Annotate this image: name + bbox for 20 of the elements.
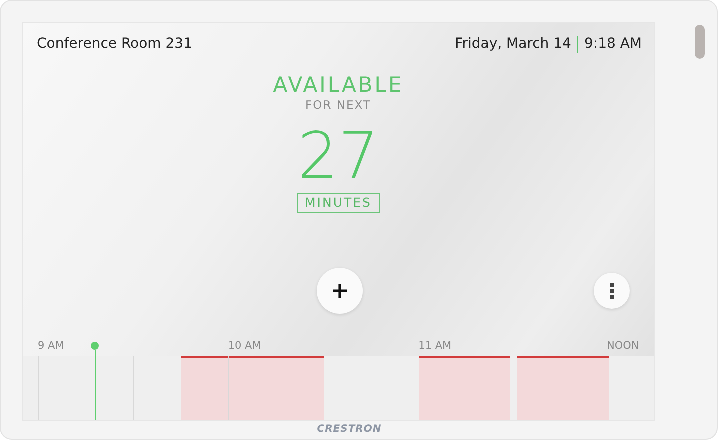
- brand-logo: CRESTRON: [317, 424, 382, 435]
- availability-status: AVAILABLE: [273, 73, 404, 97]
- handle: [695, 25, 705, 59]
- clock-time: 9:18 AM: [584, 36, 642, 52]
- status-subtitle: FOR NEXT: [306, 97, 372, 113]
- plus-icon: [332, 283, 348, 299]
- more-icon: [610, 283, 614, 299]
- hour-label: NOON: [607, 340, 640, 352]
- minutes-count: 27: [298, 121, 380, 193]
- booked-slot[interactable]: [180, 356, 324, 420]
- date: Friday, March 14: [455, 36, 572, 52]
- minutes-label: MINUTES: [297, 193, 380, 213]
- room-name: Conference Room 231: [37, 36, 192, 52]
- hour-label: 9 AM: [38, 340, 64, 352]
- more-button[interactable]: [594, 273, 630, 309]
- add-button[interactable]: [317, 268, 363, 314]
- booked-slot[interactable]: [418, 356, 510, 420]
- hour-label: 10 AM: [228, 340, 262, 352]
- booked-slot[interactable]: [517, 356, 609, 420]
- hour-label: 11 AM: [418, 340, 452, 352]
